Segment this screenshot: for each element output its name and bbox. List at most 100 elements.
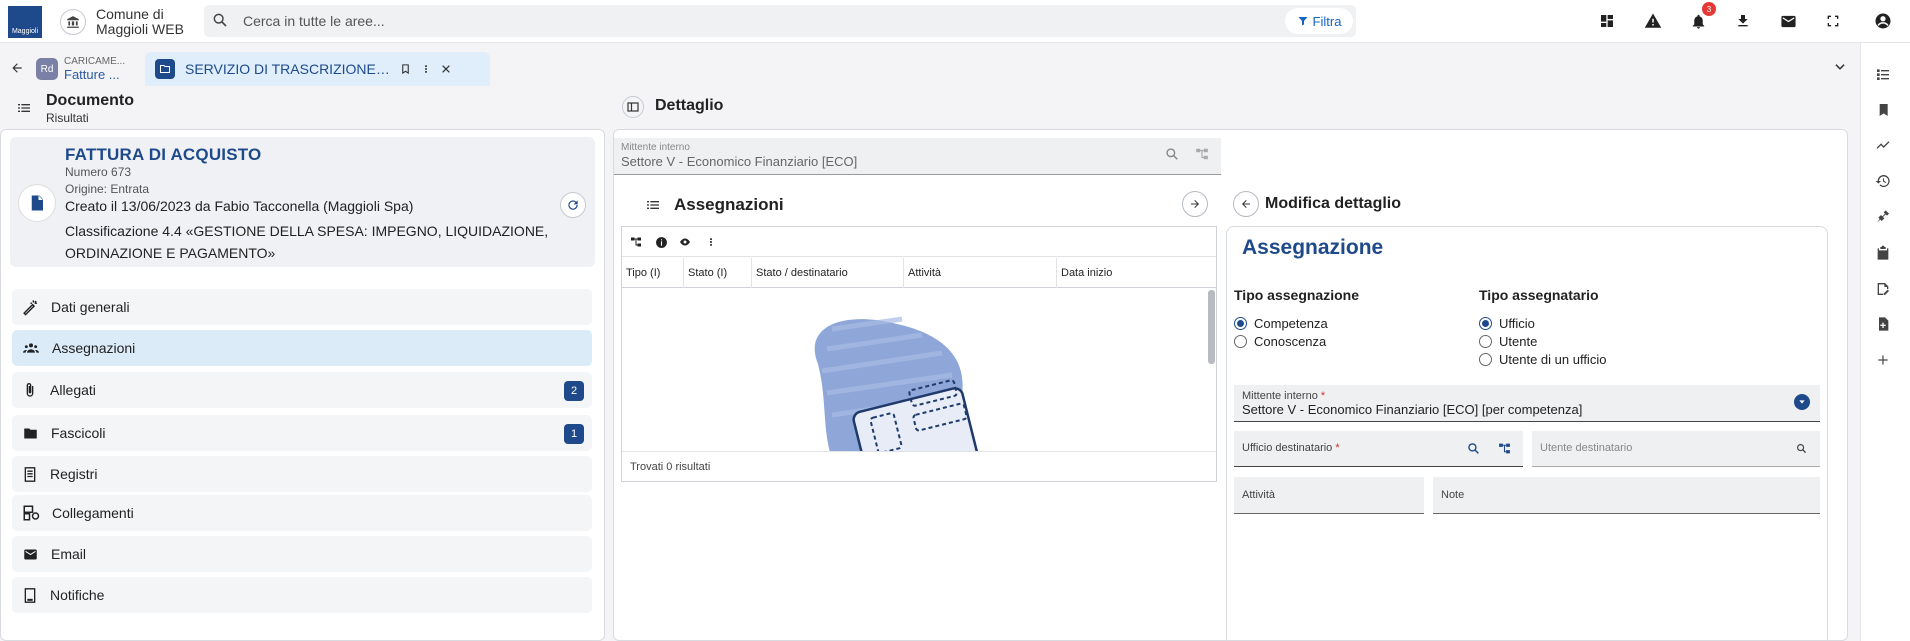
back-arrow-icon[interactable] bbox=[10, 61, 24, 75]
document-number: Numero 673 bbox=[65, 165, 132, 179]
folder-icon bbox=[24, 428, 37, 438]
search-icon[interactable] bbox=[1796, 443, 1807, 454]
eye-icon[interactable] bbox=[677, 234, 693, 250]
menu-item-registri[interactable]: Registri bbox=[12, 456, 592, 492]
tab-fatture-subtitle: CARICAME... bbox=[64, 56, 126, 67]
radio-label: Utente di un ufficio bbox=[1499, 352, 1607, 367]
back-button[interactable] bbox=[1233, 191, 1259, 217]
link-doc-icon bbox=[23, 505, 40, 521]
search-icon bbox=[212, 12, 228, 28]
menu-item-notifiche[interactable]: Notifiche bbox=[12, 577, 592, 613]
filter-icon bbox=[1298, 17, 1308, 26]
radio-selected-icon bbox=[1479, 317, 1492, 330]
more-vertical-icon[interactable] bbox=[703, 234, 719, 250]
logo-text: Maggioli bbox=[11, 28, 39, 35]
hierarchy-icon[interactable] bbox=[1498, 442, 1511, 455]
filter-button[interactable]: Filtra bbox=[1285, 8, 1353, 34]
dashboard-icon[interactable] bbox=[1597, 11, 1617, 31]
menu-label: Fascicoli bbox=[51, 425, 106, 441]
menu-label: Assegnazioni bbox=[52, 340, 136, 356]
history-icon[interactable] bbox=[1873, 171, 1893, 191]
column-header-attivita[interactable]: Attività bbox=[904, 258, 1057, 288]
required-mark: * bbox=[1320, 390, 1326, 402]
menu-item-email[interactable]: Email bbox=[12, 536, 592, 572]
ufficio-destinatario-label: Ufficio destinatario * bbox=[1242, 442, 1340, 454]
search-icon[interactable] bbox=[1467, 442, 1480, 455]
expand-right-button[interactable] bbox=[1182, 191, 1208, 217]
grid-scrollbar[interactable] bbox=[1208, 290, 1215, 364]
refresh-button[interactable] bbox=[560, 192, 586, 218]
add-document-icon[interactable] bbox=[1873, 314, 1893, 334]
radio-unselected-icon bbox=[1479, 353, 1492, 366]
attivita-label: Attività bbox=[1242, 489, 1276, 501]
grid-footer: Trovati 0 risultati bbox=[622, 451, 1216, 481]
radio-ufficio[interactable]: Ufficio bbox=[1479, 316, 1535, 331]
menu-item-collegamenti[interactable]: Collegamenti bbox=[12, 495, 592, 531]
empty-state-illustration bbox=[622, 289, 1216, 451]
mail-icon[interactable] bbox=[1778, 11, 1798, 31]
bookmark-icon[interactable] bbox=[400, 63, 411, 75]
required-mark: * bbox=[1335, 442, 1340, 454]
arrow-left-icon bbox=[1242, 200, 1250, 208]
fullscreen-icon[interactable] bbox=[1823, 11, 1843, 31]
tab-fatture[interactable]: Rd CARICAME... Fatture ... bbox=[36, 52, 136, 86]
column-header-data-inizio[interactable]: Data inizio bbox=[1057, 258, 1216, 288]
close-tab-icon[interactable] bbox=[441, 64, 451, 74]
bookmarks-icon[interactable] bbox=[1873, 100, 1893, 120]
column-header-tipo[interactable]: Tipo (I) bbox=[622, 258, 684, 288]
mittente-interno-form-value: Settore V - Economico Finanziario [ECO] … bbox=[1242, 402, 1583, 417]
radio-label: Ufficio bbox=[1499, 316, 1535, 331]
hierarchy-icon[interactable] bbox=[1195, 147, 1209, 161]
more-vertical-icon[interactable] bbox=[421, 63, 431, 75]
radio-conoscenza[interactable]: Conoscenza bbox=[1234, 334, 1326, 349]
chevron-down-icon[interactable] bbox=[1833, 60, 1847, 74]
app-title-line1: Comune di bbox=[96, 6, 164, 22]
warning-icon[interactable] bbox=[1643, 11, 1663, 31]
tab-servizio-label: SERVIZIO DI TRASCRIZIONE SE... bbox=[185, 61, 390, 77]
allegati-count-badge: 2 bbox=[564, 381, 584, 401]
column-header-stato-destinatario[interactable]: Stato / destinatario bbox=[752, 258, 904, 288]
plugin-icon[interactable] bbox=[1873, 207, 1893, 227]
radio-label: Conoscenza bbox=[1254, 334, 1327, 349]
left-panel-subtitle: Risultati bbox=[46, 111, 89, 125]
mittente-interno-value: Settore V - Economico Finanziario [ECO] bbox=[621, 154, 858, 169]
trend-icon[interactable] bbox=[1873, 135, 1893, 155]
note-field[interactable] bbox=[1433, 477, 1820, 514]
document-classification: Classificazione 4.4 «GESTIONE DELLA SPES… bbox=[65, 223, 549, 261]
toggle-sidebar-icon[interactable] bbox=[622, 96, 644, 118]
signature-doc-icon[interactable] bbox=[1873, 279, 1893, 299]
plus-icon[interactable] bbox=[1873, 350, 1893, 370]
dropdown-button[interactable] bbox=[1794, 394, 1810, 410]
register-icon bbox=[24, 466, 36, 482]
menu-item-assegnazioni[interactable]: Assegnazioni bbox=[12, 330, 592, 366]
radio-unselected-icon bbox=[1479, 335, 1492, 348]
radio-utente[interactable]: Utente bbox=[1479, 334, 1537, 349]
utente-destinatario-label: Utente destinatario bbox=[1540, 442, 1633, 454]
user-account-icon[interactable] bbox=[1873, 11, 1893, 31]
radio-label: Utente bbox=[1499, 334, 1538, 349]
document-origin: Origine: Entrata bbox=[65, 182, 150, 196]
checklist-icon[interactable] bbox=[1873, 64, 1893, 84]
institution-icon[interactable] bbox=[60, 9, 86, 35]
menu-item-fascicoli[interactable]: Fascicoli 1 bbox=[12, 415, 592, 451]
app-logo[interactable]: Maggioli bbox=[8, 6, 42, 38]
radio-utente-di-un-ufficio[interactable]: Utente di un ufficio bbox=[1479, 352, 1606, 367]
radio-label: Competenza bbox=[1254, 316, 1328, 331]
radio-unselected-icon bbox=[1234, 335, 1247, 348]
list-icon[interactable] bbox=[16, 100, 32, 116]
clipboard-icon[interactable] bbox=[1873, 243, 1893, 263]
document-tab-icon bbox=[155, 59, 175, 79]
menu-item-allegati[interactable]: Allegati 2 bbox=[12, 372, 592, 408]
notification-count-badge: 3 bbox=[1702, 2, 1716, 16]
hierarchy-icon[interactable] bbox=[628, 234, 644, 250]
tab-servizio-trascrizione[interactable]: SERVIZIO DI TRASCRIZIONE SE... bbox=[145, 52, 490, 86]
info-icon[interactable] bbox=[653, 234, 669, 250]
download-icon[interactable] bbox=[1733, 11, 1753, 31]
assegnazioni-title: Assegnazioni bbox=[674, 195, 784, 214]
search-icon[interactable] bbox=[1165, 147, 1179, 161]
column-header-stato[interactable]: Stato (I) bbox=[684, 258, 752, 288]
list-icon bbox=[645, 197, 661, 213]
radio-competenza[interactable]: Competenza bbox=[1234, 316, 1328, 331]
menu-item-dati-generali[interactable]: Dati generali bbox=[12, 289, 592, 325]
app-title-line2: Maggioli WEB bbox=[96, 21, 184, 37]
